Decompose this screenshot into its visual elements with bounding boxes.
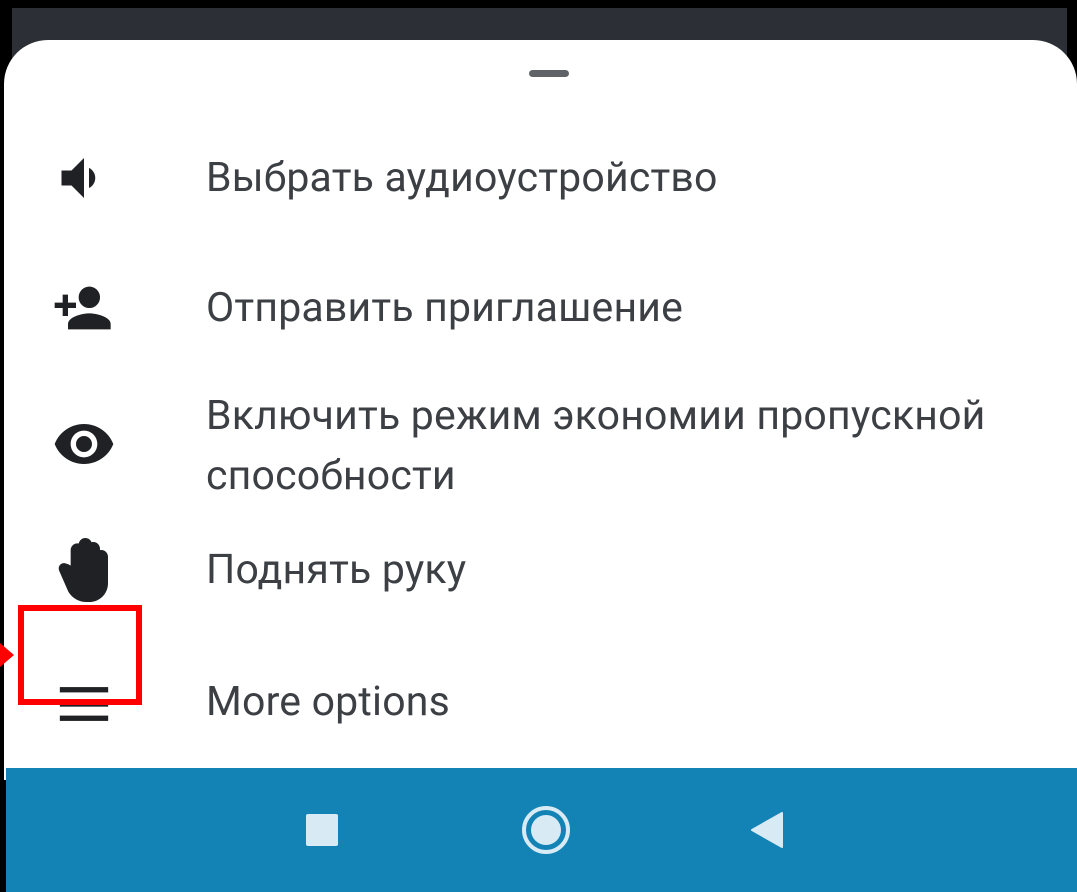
highlight-box bbox=[18, 605, 142, 705]
triangle-back-icon bbox=[751, 812, 783, 848]
menu-item-raise-hand[interactable]: Поднять руку bbox=[4, 530, 1077, 614]
eye-icon bbox=[52, 412, 116, 476]
menu-item-label: Выбрать аудиоустройство bbox=[206, 154, 718, 202]
menu-item-audio-device[interactable]: Выбрать аудиоустройство bbox=[4, 138, 1077, 218]
menu-item-label: Отправить приглашение bbox=[206, 284, 684, 332]
square-icon bbox=[306, 814, 338, 846]
raise-hand-icon bbox=[52, 538, 116, 602]
nav-back-button[interactable] bbox=[736, 798, 800, 862]
menu-item-bandwidth-saver[interactable]: Включить режим экономии пропускной спосо… bbox=[4, 386, 1077, 502]
drag-handle[interactable] bbox=[529, 70, 569, 77]
highlight-arrow-icon bbox=[0, 643, 14, 667]
nav-recents-button[interactable] bbox=[290, 798, 354, 862]
volume-icon bbox=[52, 146, 116, 210]
menu-item-send-invite[interactable]: Отправить приглашение bbox=[4, 268, 1077, 348]
person-add-icon bbox=[52, 276, 116, 340]
circle-icon bbox=[522, 806, 570, 854]
menu-item-label: Поднять руку bbox=[206, 546, 467, 594]
bottom-sheet: Выбрать аудиоустройство Отправить пригла… bbox=[4, 40, 1077, 780]
menu-item-label: Включить режим экономии пропускной спосо… bbox=[206, 392, 986, 500]
screen: Выбрать аудиоустройство Отправить пригла… bbox=[0, 0, 1077, 892]
navigation-bar bbox=[6, 768, 1077, 892]
nav-home-button[interactable] bbox=[514, 798, 578, 862]
menu-item-more-options[interactable]: More options bbox=[4, 662, 1077, 746]
menu-item-label: More options bbox=[206, 678, 450, 726]
